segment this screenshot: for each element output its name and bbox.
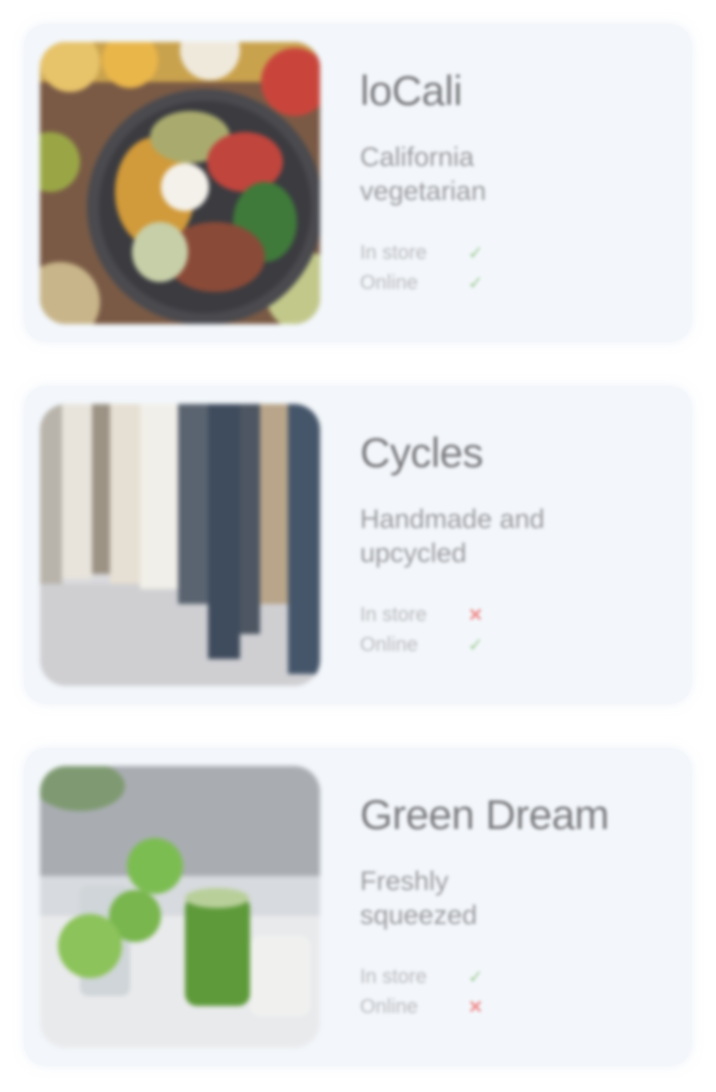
shop-tagline: Freshly squeezed <box>360 866 478 931</box>
availability-label: Online <box>360 633 418 656</box>
shop-tagline: California vegetarian <box>360 142 487 207</box>
shop-card-cycles[interactable]: Cycles Handmade and upcycled In store ✕ … <box>24 386 692 704</box>
cross-icon: ✕ <box>468 996 484 1017</box>
shop-info: Green Dream Freshly squeezed In store ✓ … <box>360 791 672 1022</box>
availability-online: Online ✕ <box>360 992 672 1022</box>
shop-list: loCali California vegetarian In store ✓ … <box>0 0 716 1092</box>
availability-list: In store ✓ Online ✕ <box>360 962 672 1022</box>
shop-name: Green Dream <box>360 791 609 838</box>
availability-label: Online <box>360 271 418 294</box>
availability-label: In store <box>360 603 427 626</box>
check-icon: ✓ <box>468 242 484 263</box>
shop-info: loCali California vegetarian In store ✓ … <box>360 67 672 298</box>
shop-info: Cycles Handmade and upcycled In store ✕ … <box>360 429 672 660</box>
shop-tagline: Handmade and upcycled <box>360 504 545 569</box>
check-icon: ✓ <box>468 634 484 655</box>
check-icon: ✓ <box>468 272 484 293</box>
shop-image-food-bowl <box>40 42 320 324</box>
availability-in-store: In store ✕ <box>360 600 672 630</box>
shop-card-green-dream[interactable]: Green Dream Freshly squeezed In store ✓ … <box>24 748 692 1066</box>
availability-list: In store ✓ Online ✓ <box>360 238 672 298</box>
availability-list: In store ✕ Online ✓ <box>360 600 672 660</box>
shop-image-clothing-rack <box>40 404 320 686</box>
shop-name: loCali <box>360 67 463 114</box>
check-icon: ✓ <box>468 966 484 987</box>
availability-label: In store <box>360 241 427 264</box>
availability-label: In store <box>360 965 427 988</box>
availability-label: Online <box>360 995 418 1018</box>
availability-online: Online ✓ <box>360 268 672 298</box>
shop-card-locali[interactable]: loCali California vegetarian In store ✓ … <box>24 24 692 342</box>
availability-online: Online ✓ <box>360 630 672 660</box>
shop-image-green-juice <box>40 766 320 1048</box>
shop-name: Cycles <box>360 429 484 476</box>
availability-in-store: In store ✓ <box>360 962 672 992</box>
cross-icon: ✕ <box>468 604 484 625</box>
availability-in-store: In store ✓ <box>360 238 672 268</box>
